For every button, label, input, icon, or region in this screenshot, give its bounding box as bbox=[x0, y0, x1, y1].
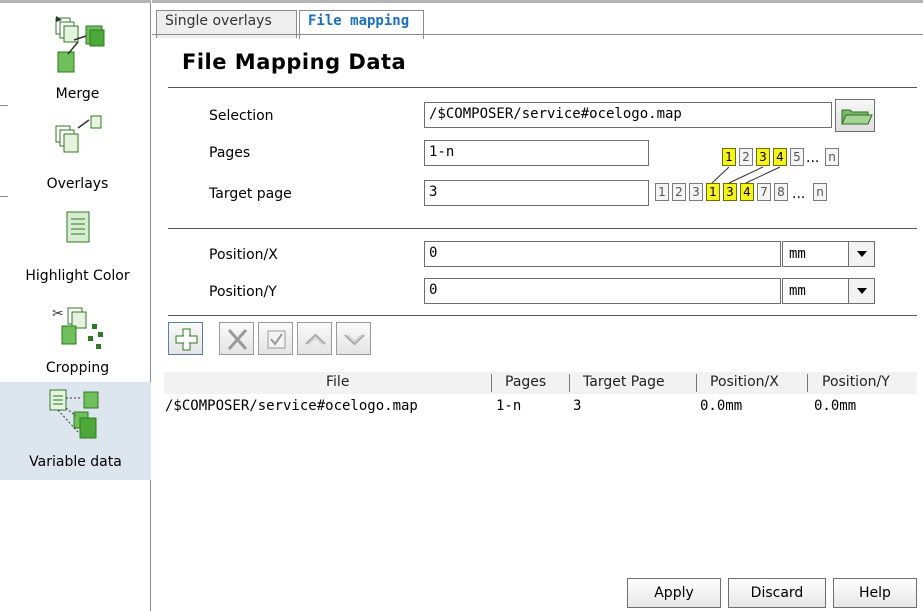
cell-position-x: 0.0mm bbox=[700, 398, 743, 414]
source-page: 5 bbox=[790, 148, 804, 166]
column-separator bbox=[696, 374, 697, 392]
tab-bar: Single overlays File mapping bbox=[152, 0, 923, 39]
column-header-file[interactable]: File bbox=[326, 374, 349, 390]
ellipsis: ... bbox=[792, 186, 806, 202]
sidebar-item-label: Cropping bbox=[45, 360, 110, 376]
cell-target: 3 bbox=[573, 398, 582, 414]
sidebar-item-overlays[interactable]: Overlays bbox=[4, 106, 151, 196]
position-y-label: Position/Y bbox=[209, 284, 277, 300]
column-separator bbox=[491, 374, 492, 392]
sidebar-top-border bbox=[0, 0, 151, 3]
cell-file: /$COMPOSER/service#ocelogo.map bbox=[165, 398, 418, 414]
tool-sidebar: Merge Overlays Highlight Color ✂ Croppin… bbox=[0, 0, 151, 611]
sidebar-item-label: Highlight Color bbox=[25, 268, 130, 284]
sidebar-item-label: Overlays bbox=[46, 176, 109, 192]
svg-text:✂: ✂ bbox=[52, 306, 64, 322]
add-icon bbox=[175, 328, 198, 351]
unit-value: mm bbox=[789, 283, 806, 299]
position-y-field[interactable]: 0 bbox=[424, 278, 781, 304]
target-page-field[interactable]: 3 bbox=[424, 180, 649, 206]
sidebar-item-variable-data[interactable]: Variable data bbox=[0, 382, 151, 480]
target-page-label: Target page bbox=[209, 186, 292, 202]
pages-label: Pages bbox=[209, 145, 251, 161]
source-page: 4 bbox=[773, 148, 787, 166]
tab-underline bbox=[152, 34, 923, 35]
column-separator bbox=[807, 374, 808, 392]
table-header: File Pages Target Page Position/X Positi… bbox=[164, 372, 917, 394]
target-page: 1 bbox=[706, 183, 720, 201]
confirm-icon bbox=[267, 330, 286, 349]
main-panel: Single overlays File mapping File Mappin… bbox=[152, 0, 923, 611]
folder-open-icon bbox=[841, 109, 873, 125]
target-page: 7 bbox=[757, 183, 771, 201]
cropping-icon: ✂ bbox=[52, 306, 103, 349]
sidebar-divider bbox=[0, 196, 8, 197]
delete-icon bbox=[227, 328, 248, 351]
sidebar-item-label: Variable data bbox=[29, 454, 122, 470]
variable-data-icon bbox=[49, 389, 98, 439]
target-page: 3 bbox=[723, 183, 737, 201]
target-page: 4 bbox=[740, 183, 754, 201]
selection-label: Selection bbox=[209, 108, 274, 124]
apply-button[interactable]: Apply bbox=[627, 578, 721, 608]
move-down-button[interactable] bbox=[336, 322, 371, 355]
ellipsis: ... bbox=[806, 150, 820, 166]
mapping-arrows bbox=[711, 166, 781, 184]
divider bbox=[168, 315, 917, 316]
target-page: 8 bbox=[774, 183, 788, 201]
position-x-field[interactable]: 0 bbox=[424, 241, 781, 267]
sidebar-item-highlight-color[interactable]: Highlight Color bbox=[4, 200, 151, 290]
browse-button[interactable] bbox=[835, 99, 875, 132]
sidebar-item-cropping[interactable]: ✂ Cropping bbox=[4, 292, 151, 382]
move-up-button[interactable] bbox=[297, 322, 332, 355]
sidebar-item-label: Merge bbox=[55, 86, 100, 102]
cell-pages: 1-n bbox=[496, 398, 522, 414]
selection-field[interactable]: /$COMPOSER/service#ocelogo.map bbox=[424, 102, 832, 128]
unit-value: mm bbox=[789, 246, 806, 262]
cell-position-y: 0.0mm bbox=[814, 398, 857, 414]
source-page: 1 bbox=[722, 148, 736, 166]
confirm-button[interactable] bbox=[258, 322, 293, 355]
help-button[interactable]: Help bbox=[833, 578, 917, 608]
divider bbox=[168, 228, 917, 229]
pages-field[interactable]: 1-n bbox=[424, 140, 649, 166]
position-x-label: Position/X bbox=[209, 247, 278, 263]
column-header-position-y[interactable]: Position/Y bbox=[822, 374, 890, 390]
overlays-icon bbox=[55, 115, 101, 153]
divider bbox=[168, 87, 917, 88]
target-page: n bbox=[813, 183, 827, 201]
column-header-target-page[interactable]: Target Page bbox=[583, 374, 665, 390]
source-page: n bbox=[825, 148, 839, 166]
sidebar-item-merge[interactable]: Merge bbox=[4, 10, 151, 106]
chevron-down-icon[interactable] bbox=[848, 279, 874, 303]
highlight-color-icon bbox=[66, 211, 89, 243]
add-button[interactable] bbox=[168, 322, 203, 355]
column-separator bbox=[569, 374, 570, 392]
page-title: File Mapping Data bbox=[182, 50, 407, 74]
column-header-pages[interactable]: Pages bbox=[505, 374, 546, 390]
source-page: 3 bbox=[756, 148, 770, 166]
target-page: 2 bbox=[672, 183, 686, 201]
move-down-icon bbox=[344, 334, 365, 346]
move-up-icon bbox=[305, 333, 326, 345]
target-page: 1 bbox=[655, 183, 669, 201]
chevron-down-icon[interactable] bbox=[848, 242, 874, 266]
target-page: 3 bbox=[689, 183, 703, 201]
column-header-position-x[interactable]: Position/X bbox=[710, 374, 779, 390]
source-page: 2 bbox=[739, 148, 753, 166]
position-x-unit-select[interactable]: mm bbox=[782, 241, 875, 267]
position-y-unit-select[interactable]: mm bbox=[782, 278, 875, 304]
discard-button[interactable]: Discard bbox=[728, 578, 826, 608]
merge-icon bbox=[55, 16, 104, 73]
delete-button[interactable] bbox=[219, 322, 254, 355]
